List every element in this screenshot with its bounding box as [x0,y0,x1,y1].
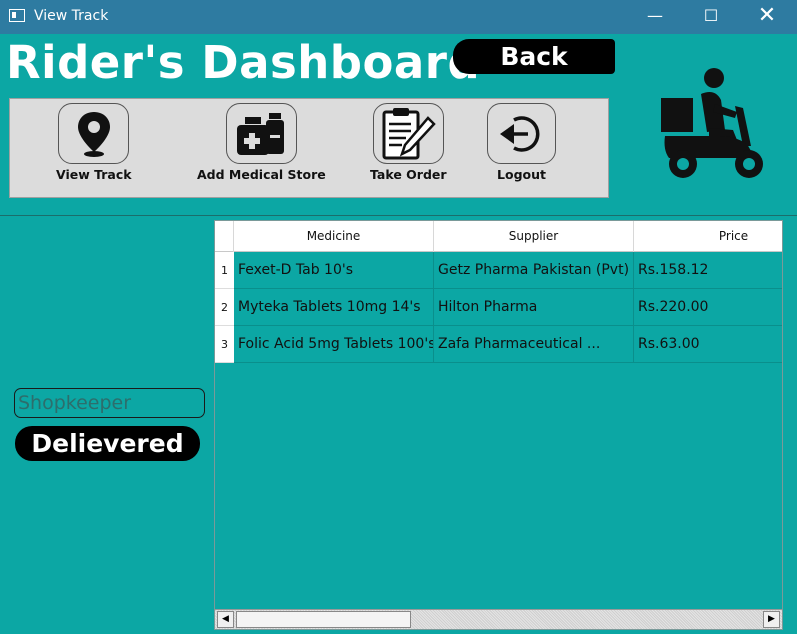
window-title: View Track [34,8,109,24]
cell-medicine[interactable]: Folic Acid 5mg Tablets 100's [234,326,434,363]
clipboard-pen-icon [372,103,444,164]
maximize-button[interactable]: ☐ [688,0,734,34]
view-track-button[interactable]: View Track [56,103,132,182]
cell-supplier[interactable]: Hilton Pharma [434,289,634,326]
cell-price[interactable]: Rs.63.00 [634,326,782,363]
add-medical-store-button[interactable]: Add Medical Store [197,103,326,182]
table-row[interactable]: 1 Fexet-D Tab 10's Getz Pharma Pakistan … [215,252,782,289]
scroll-left-icon[interactable]: ◀ [217,611,234,628]
table-row[interactable]: 3 Folic Acid 5mg Tablets 100's Zafa Phar… [215,326,782,363]
cell-supplier[interactable]: Zafa Pharmaceutical ... [434,326,634,363]
cell-price[interactable]: Rs.220.00 [634,289,782,326]
table-header: Medicine Supplier Price [215,221,782,252]
cell-medicine[interactable]: Myteka Tablets 10mg 14's [234,289,434,326]
cell-price[interactable]: Rs.158.12 [634,252,782,289]
row-number: 2 [215,289,234,326]
column-header-supplier[interactable]: Supplier [434,221,634,252]
column-header-price[interactable]: Price [634,221,782,252]
row-number: 3 [215,326,234,363]
delivered-button[interactable]: Delievered [15,426,200,461]
action-toolbar: View Track Add Medical Store Take Order … [9,98,609,198]
take-order-label: Take Order [370,167,447,182]
title-bar: View Track — ☐ ✕ [0,0,797,34]
orders-table: Medicine Supplier Price 1 Fexet-D Tab 10… [214,220,783,630]
scrollbar-thumb[interactable] [236,611,411,628]
column-header-medicine[interactable]: Medicine [234,221,434,252]
back-button[interactable]: Back [453,39,615,74]
view-track-label: View Track [56,167,132,182]
add-medical-store-label: Add Medical Store [197,167,326,182]
horizontal-scrollbar[interactable]: ◀ ▶ [215,609,782,629]
scroll-right-icon[interactable]: ▶ [763,611,780,628]
minimize-button[interactable]: — [632,0,678,34]
logout-button[interactable]: Logout [487,103,556,182]
shopkeeper-input[interactable]: Shopkeeper [14,388,205,418]
medicine-bottles-icon [225,103,297,164]
cell-supplier[interactable]: Getz Pharma Pakistan (Pvt) ... [434,252,634,289]
app-window-icon [9,9,25,22]
table-row[interactable]: 2 Myteka Tablets 10mg 14's Hilton Pharma… [215,289,782,326]
row-number: 1 [215,252,234,289]
take-order-button[interactable]: Take Order [370,103,447,182]
header-divider [0,215,797,216]
close-button[interactable]: ✕ [744,0,790,34]
delivery-rider-icon [655,66,770,184]
cell-medicine[interactable]: Fexet-D Tab 10's [234,252,434,289]
logout-arrow-icon [487,103,556,164]
corner-cell [215,221,234,252]
logout-label: Logout [497,167,546,182]
page-title: Rider's Dashboard [6,36,481,89]
map-pin-icon [58,103,130,164]
